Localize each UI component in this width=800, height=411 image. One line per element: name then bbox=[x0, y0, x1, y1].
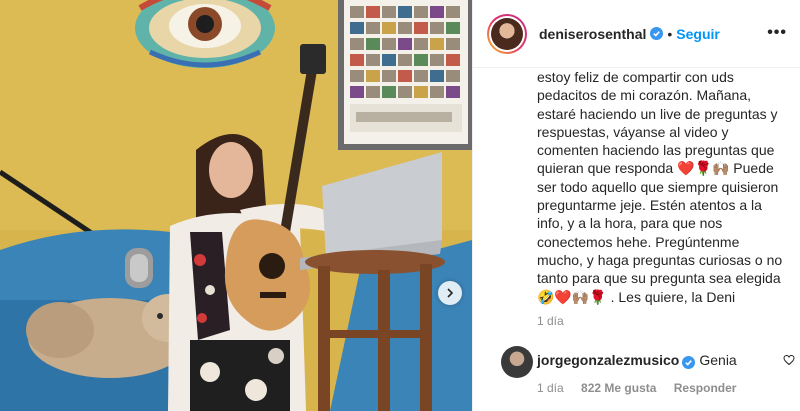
author-username[interactable]: deniserosenthal bbox=[539, 26, 646, 42]
more-options-icon[interactable]: ••• bbox=[767, 24, 787, 42]
next-photo-button[interactable] bbox=[438, 281, 462, 305]
heart-outline-icon[interactable] bbox=[783, 354, 795, 366]
commenter-username[interactable]: jorgegonzalezmusico bbox=[537, 352, 679, 368]
caption-line: tanto para que su pregunta sea elegida bbox=[537, 270, 781, 287]
header-separator: • bbox=[667, 25, 673, 42]
post-caption: estoy feliz de compartir con uds pedacit… bbox=[537, 68, 789, 306]
post-photo[interactable] bbox=[0, 0, 472, 411]
verified-badge-icon bbox=[682, 356, 696, 369]
caption-line: 🤣❤️🙌🏽🌹 . Les quiere, la Deni bbox=[537, 288, 736, 305]
verified-badge-icon bbox=[650, 27, 664, 40]
comment-text: Genia bbox=[699, 352, 737, 368]
caption-line: ser todo aquello que siempre quisieron bbox=[537, 178, 779, 195]
comment-meta: 1 día 822 Me gusta Responder bbox=[537, 381, 750, 395]
caption-line: conectemos hehe. Pregúntenme bbox=[537, 233, 740, 250]
caption-line: comenten haciendo las preguntas que bbox=[537, 142, 775, 159]
avatar-image bbox=[491, 17, 523, 50]
commenter-avatar[interactable] bbox=[501, 346, 533, 378]
caption-line: pedacitos de mi corazón. Mañana, bbox=[537, 87, 752, 104]
post-sidebar: deniserosenthal • Seguir ••• estoy feliz… bbox=[472, 0, 800, 411]
caption-line: mucho, y haga preguntas curiosas o no bbox=[537, 251, 783, 268]
comment-line: jorgegonzalezmusico Genia bbox=[537, 352, 737, 369]
caption-line: info, y a la hora, para que nos bbox=[537, 215, 723, 232]
post-header: deniserosenthal • Seguir ••• bbox=[473, 0, 800, 68]
author-avatar[interactable] bbox=[487, 13, 527, 54]
reply-button[interactable]: Responder bbox=[674, 381, 737, 395]
comment-likes[interactable]: 822 Me gusta bbox=[581, 381, 656, 395]
caption-line: estaré haciendo un live de preguntas y bbox=[537, 105, 778, 122]
follow-button[interactable]: Seguir bbox=[676, 26, 720, 42]
caption-line: quieran que responda ❤️🌹🙌🏽 Puede bbox=[537, 160, 774, 177]
caption-timestamp[interactable]: 1 día bbox=[537, 314, 564, 328]
caption-line: preguntarme jeje. Estén atentos a la bbox=[537, 197, 762, 214]
comment-timestamp[interactable]: 1 día bbox=[537, 381, 564, 395]
caption-line: estoy feliz de compartir con uds bbox=[537, 69, 734, 85]
photo-illustration bbox=[0, 0, 472, 411]
avatar-frame bbox=[489, 15, 525, 52]
caption-line: respuestas, váyanse al video y bbox=[537, 123, 729, 140]
chevron-right-icon bbox=[447, 288, 454, 298]
